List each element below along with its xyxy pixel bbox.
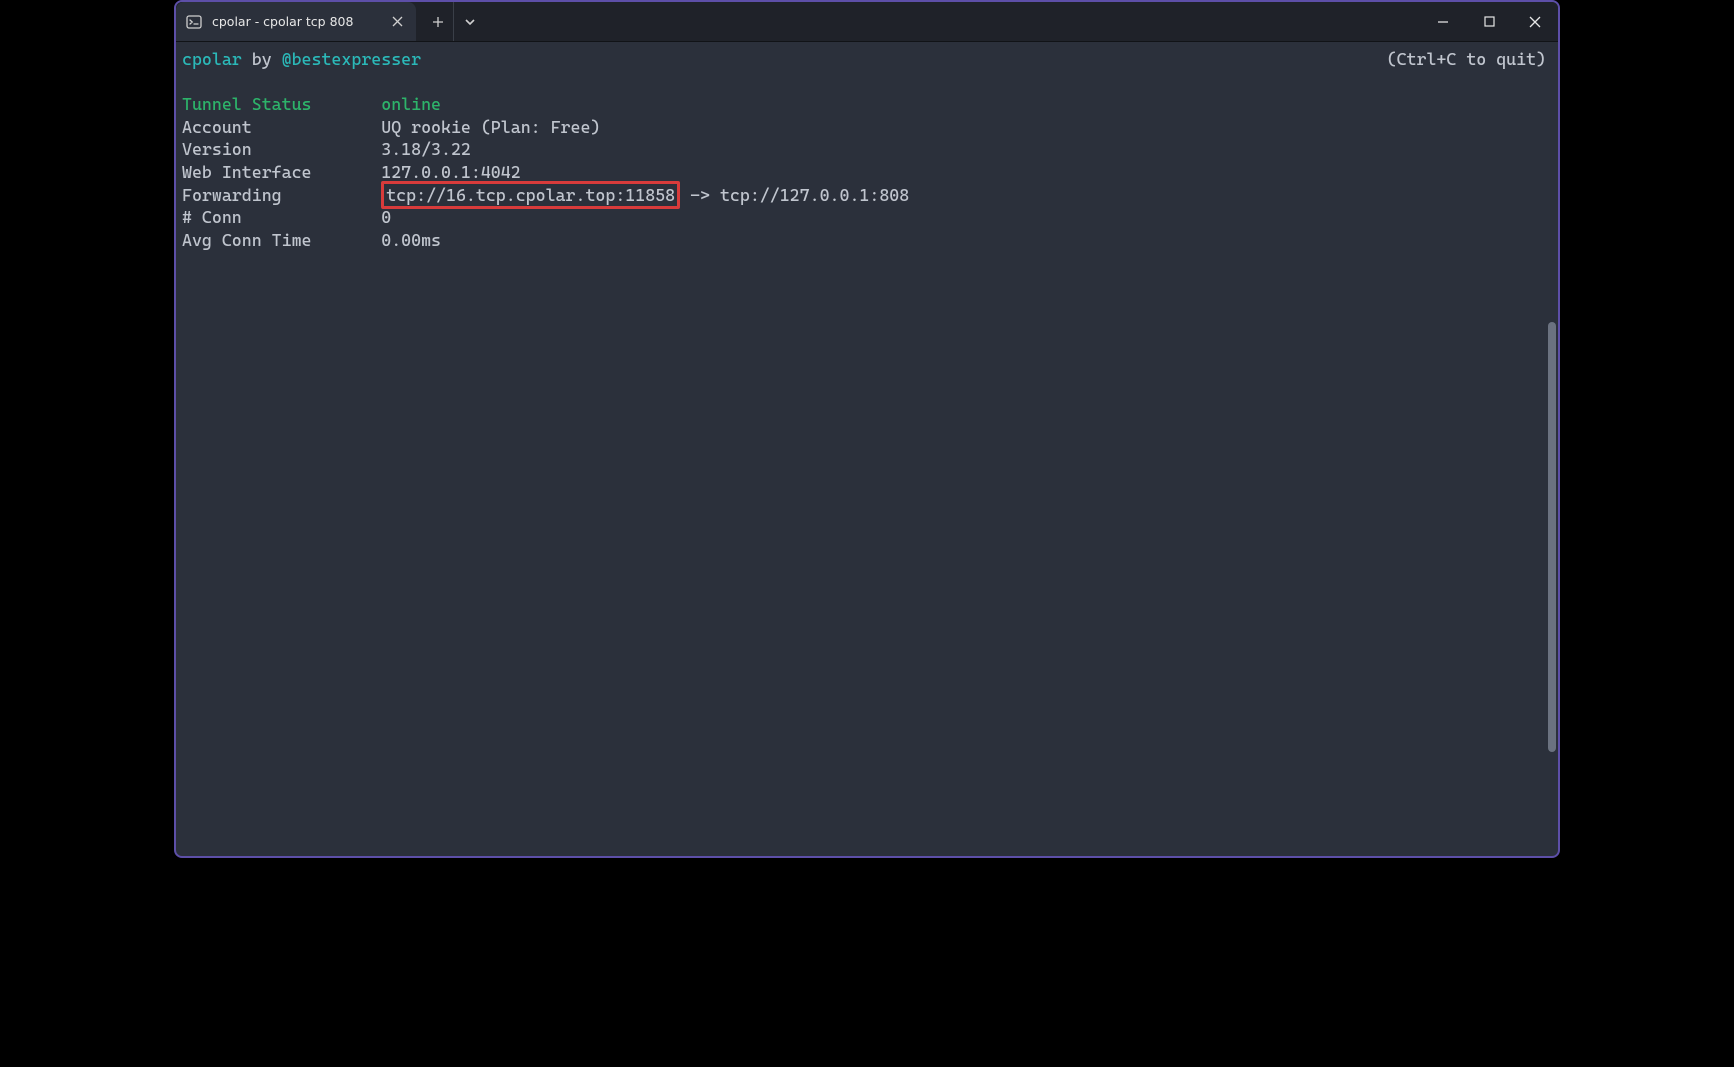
version-label: Version — [182, 139, 252, 159]
terminal-window: cpolar - cpolar tcp 808 — [174, 0, 1560, 858]
tab-title: cpolar - cpolar tcp 808 — [212, 14, 380, 29]
terminal-output: cpolar by @bestexpresser Tunnel Status o… — [182, 48, 1548, 251]
by-word: by — [252, 49, 272, 69]
terminal-icon — [186, 14, 202, 30]
account-label: Account — [182, 117, 252, 137]
forwarding-arrow: -> — [690, 185, 710, 205]
webif-value: 127.0.0.1:4042 — [381, 162, 520, 182]
author-handle: @bestexpresser — [282, 49, 421, 69]
app-name: cpolar — [182, 49, 242, 69]
window-controls — [1420, 2, 1558, 41]
conn-label: # Conn — [182, 207, 242, 227]
forwarding-remote: tcp://16.tcp.cpolar.top:11858 — [386, 185, 675, 205]
forwarding-local: tcp://127.0.0.1:808 — [720, 185, 909, 205]
avg-label: Avg Conn Time — [182, 230, 312, 250]
titlebar-drag-region[interactable] — [486, 2, 1420, 41]
version-value: 3.18/3.22 — [381, 139, 471, 159]
quit-hint: (Ctrl+C to quit) — [1387, 48, 1546, 71]
tunnel-status-value: online — [381, 94, 441, 114]
forwarding-remote-highlight: tcp://16.tcp.cpolar.top:11858 — [381, 181, 680, 210]
tab-active[interactable]: cpolar - cpolar tcp 808 — [176, 2, 416, 41]
avg-value: 0.00ms — [381, 230, 441, 250]
vertical-scrollbar[interactable] — [1548, 322, 1556, 752]
close-window-button[interactable] — [1512, 2, 1558, 41]
tunnel-status-label: Tunnel Status — [182, 94, 312, 114]
forwarding-label: Forwarding — [182, 185, 282, 205]
tab-close-button[interactable] — [390, 15, 404, 29]
webif-label: Web Interface — [182, 162, 312, 182]
new-tab-button[interactable] — [422, 2, 454, 41]
tab-dropdown-button[interactable] — [454, 2, 486, 41]
conn-value: 0 — [381, 207, 391, 227]
terminal-body[interactable]: (Ctrl+C to quit) cpolar by @bestexpresse… — [176, 42, 1558, 856]
minimize-button[interactable] — [1420, 2, 1466, 41]
titlebar: cpolar - cpolar tcp 808 — [176, 2, 1558, 42]
maximize-button[interactable] — [1466, 2, 1512, 41]
account-value: UQ rookie (Plan: Free) — [381, 117, 600, 137]
